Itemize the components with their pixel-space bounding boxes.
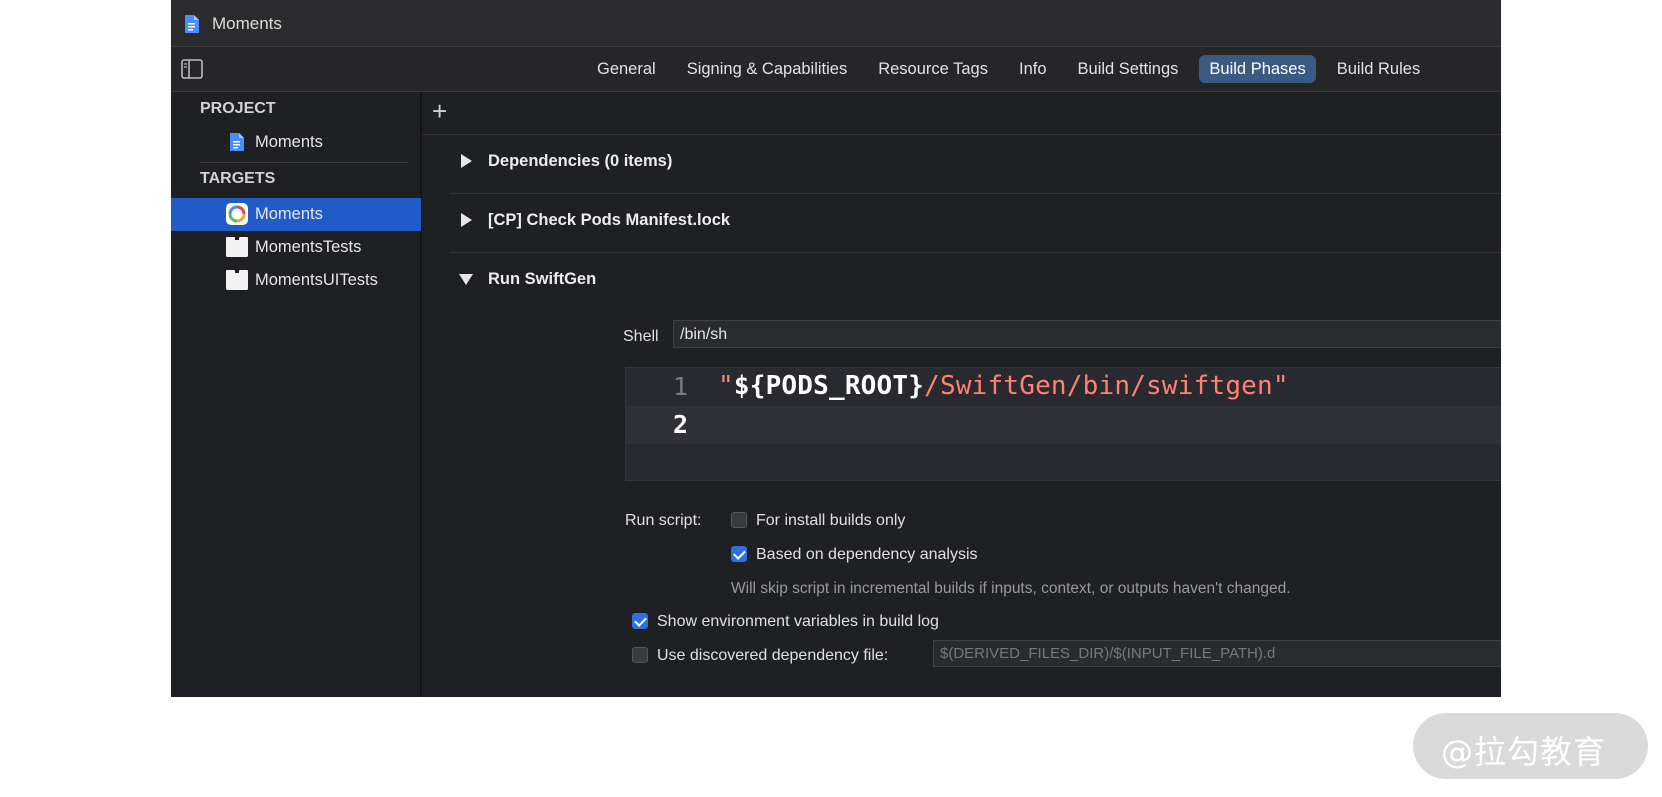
sidebar-item-project-moments[interactable]: Moments — [171, 126, 421, 159]
watermark-text: @拉勾教育 — [1441, 733, 1607, 771]
dependency-analysis-checkbox[interactable] — [731, 546, 747, 562]
tab-build-settings[interactable]: Build Settings — [1068, 55, 1189, 83]
tab-info[interactable]: Info — [1009, 55, 1057, 83]
add-phase-button[interactable]: + — [432, 98, 447, 124]
bundle-icon — [226, 270, 248, 295]
tab-resource-tags[interactable]: Resource Tags — [868, 55, 998, 83]
script-variable: ${PODS_ROOT} — [733, 371, 925, 401]
targets-section-header: TARGETS — [200, 170, 276, 187]
phase-run-swiftgen[interactable]: Run SwiftGen — [450, 252, 1501, 311]
settings-tabs: General Signing & Capabilities Resource … — [587, 55, 1441, 83]
project-navigator: PROJECT Moments TARGETS Moments MomentsT… — [171, 92, 422, 697]
sidebar-divider — [200, 162, 408, 163]
use-dep-file-label[interactable]: Use discovered dependency file: — [657, 647, 888, 665]
phase-title: [CP] Check Pods Manifest.lock — [488, 211, 731, 229]
sidebar-item-label: Moments — [255, 133, 323, 151]
tab-build-rules[interactable]: Build Rules — [1327, 55, 1430, 83]
sidebar-item-label: MomentsUITests — [255, 271, 378, 289]
tab-signing-capabilities[interactable]: Signing & Capabilities — [677, 55, 858, 83]
phases-toolbar: + — [422, 92, 1501, 135]
project-section-header: PROJECT — [200, 100, 276, 117]
run-script-label: Run script: — [625, 512, 702, 529]
show-env-vars-label[interactable]: Show environment variables in build log — [657, 613, 939, 631]
dependency-analysis-label[interactable]: Based on dependency analysis — [756, 546, 978, 564]
show-env-vars-checkbox[interactable] — [632, 613, 648, 629]
bundle-icon — [226, 237, 248, 262]
install-builds-only-label[interactable]: For install builds only — [756, 512, 905, 530]
project-file-icon — [229, 132, 245, 157]
project-file-icon — [184, 14, 200, 39]
script-line-1: "${PODS_ROOT}/SwiftGen/bin/swiftgen" — [718, 371, 1289, 401]
editor-tab-bar: General Signing & Capabilities Resource … — [171, 47, 1501, 92]
string-quote: " — [1272, 371, 1289, 401]
phase-dependencies[interactable]: Dependencies (0 items) — [450, 134, 1501, 194]
dependency-analysis-hint: Will skip script in incremental builds i… — [731, 580, 1291, 597]
phase-title: Run SwiftGen — [488, 270, 597, 288]
sidebar-item-label: Moments — [255, 205, 323, 223]
current-line-highlight — [626, 406, 1501, 444]
sidebar-item-label: MomentsTests — [255, 238, 362, 256]
xcode-window: Moments General Signing & Capabilities R… — [171, 0, 1501, 697]
disclosure-triangle-icon[interactable] — [461, 154, 472, 168]
script-editor[interactable]: 1 2 "${PODS_ROOT}/SwiftGen/bin/swiftgen" — [625, 367, 1501, 481]
line-number: 1 — [672, 372, 688, 401]
sidebar-item-target-moments[interactable]: Moments — [171, 198, 421, 231]
dependency-file-input[interactable]: $(DERIVED_FILES_DIR)/$(INPUT_FILE_PATH).… — [933, 640, 1501, 667]
sidebar-toggle-icon[interactable] — [181, 59, 203, 84]
watermark-badge: @拉勾教育 — [1413, 713, 1648, 779]
tab-general[interactable]: General — [587, 55, 666, 83]
line-number: 2 — [672, 410, 688, 439]
use-dep-file-checkbox[interactable] — [632, 647, 648, 663]
title-bar: Moments — [171, 0, 1501, 47]
script-path: /SwiftGen/bin/swiftgen — [924, 371, 1273, 401]
shell-input[interactable]: /bin/sh — [673, 320, 1501, 348]
disclosure-triangle-expanded-icon[interactable] — [459, 274, 473, 285]
shell-label: Shell — [623, 328, 659, 345]
window-title: Moments — [212, 14, 282, 33]
phase-title: Dependencies (0 items) — [488, 152, 673, 170]
sidebar-item-target-momentstests[interactable]: MomentsTests — [171, 231, 421, 264]
app-icon — [226, 203, 248, 230]
tab-build-phases[interactable]: Build Phases — [1199, 55, 1316, 83]
string-quote: " — [718, 371, 734, 401]
phase-check-pods-manifest[interactable]: [CP] Check Pods Manifest.lock — [450, 193, 1501, 253]
disclosure-triangle-icon[interactable] — [461, 213, 472, 227]
sidebar-item-target-momentsuitests[interactable]: MomentsUITests — [171, 264, 421, 297]
install-builds-only-checkbox[interactable] — [731, 512, 747, 528]
